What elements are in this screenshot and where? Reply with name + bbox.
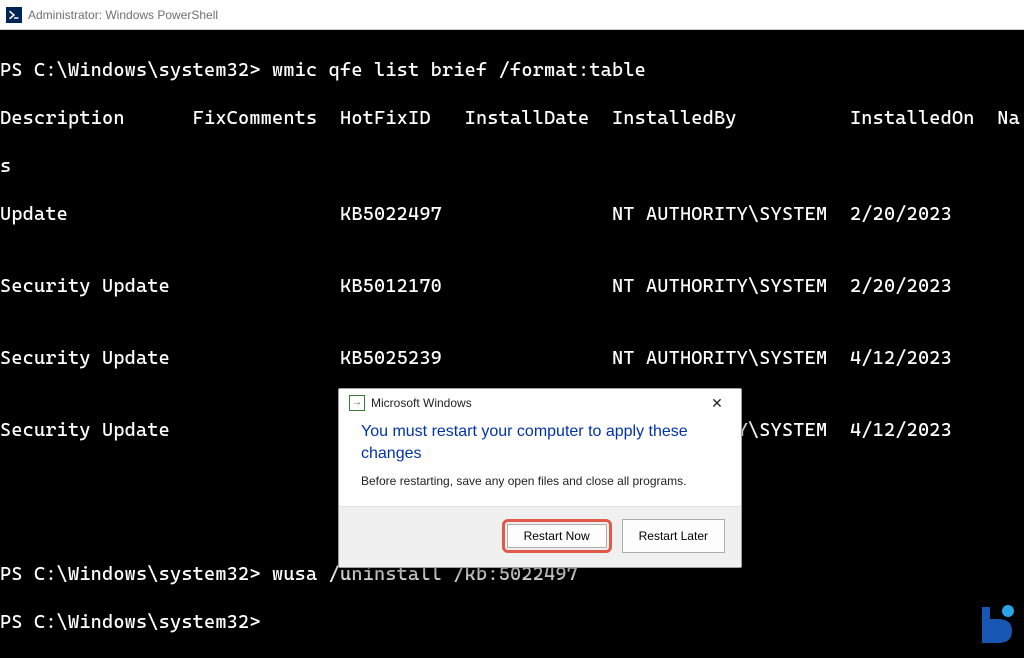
highlight-annotation: Restart Now (502, 519, 612, 553)
prompt: PS C:\Windows\system32> (0, 611, 261, 633)
table-row: Security Update KB5012170 NT AUTHORITY\S… (0, 274, 1024, 298)
window-titlebar: Administrator: Windows PowerShell (0, 0, 1024, 30)
restart-now-button[interactable]: Restart Now (507, 524, 607, 548)
dialog-footer: Restart Now Restart Later (339, 506, 741, 567)
dialog-title: Microsoft Windows (371, 396, 472, 410)
table-header-wrap: s (0, 154, 1024, 178)
table-row: Security Update KB5025239 NT AUTHORITY\S… (0, 346, 1024, 370)
table-row: Update KB5022497 NT AUTHORITY\SYSTEM 2/2… (0, 202, 1024, 226)
command-1: wmic qfe list brief /format:table (272, 59, 646, 81)
prompt: PS C:\Windows\system32> (0, 563, 261, 585)
dialog-heading: You must restart your computer to apply … (361, 421, 719, 464)
dialog-titlebar: → Microsoft Windows ✕ (339, 389, 741, 415)
watermark-logo (976, 603, 1020, 647)
restart-dialog: → Microsoft Windows ✕ You must restart y… (338, 388, 742, 568)
dialog-body-text: Before restarting, save any open files a… (361, 474, 719, 490)
restart-later-button[interactable]: Restart Later (622, 519, 725, 553)
powershell-icon (6, 7, 22, 23)
prompt: PS C:\Windows\system32> (0, 59, 261, 81)
table-header: Description FixComments HotFixID Install… (0, 106, 1024, 130)
window-title: Administrator: Windows PowerShell (28, 8, 218, 22)
close-icon[interactable]: ✕ (703, 396, 731, 410)
installer-icon: → (349, 395, 365, 411)
